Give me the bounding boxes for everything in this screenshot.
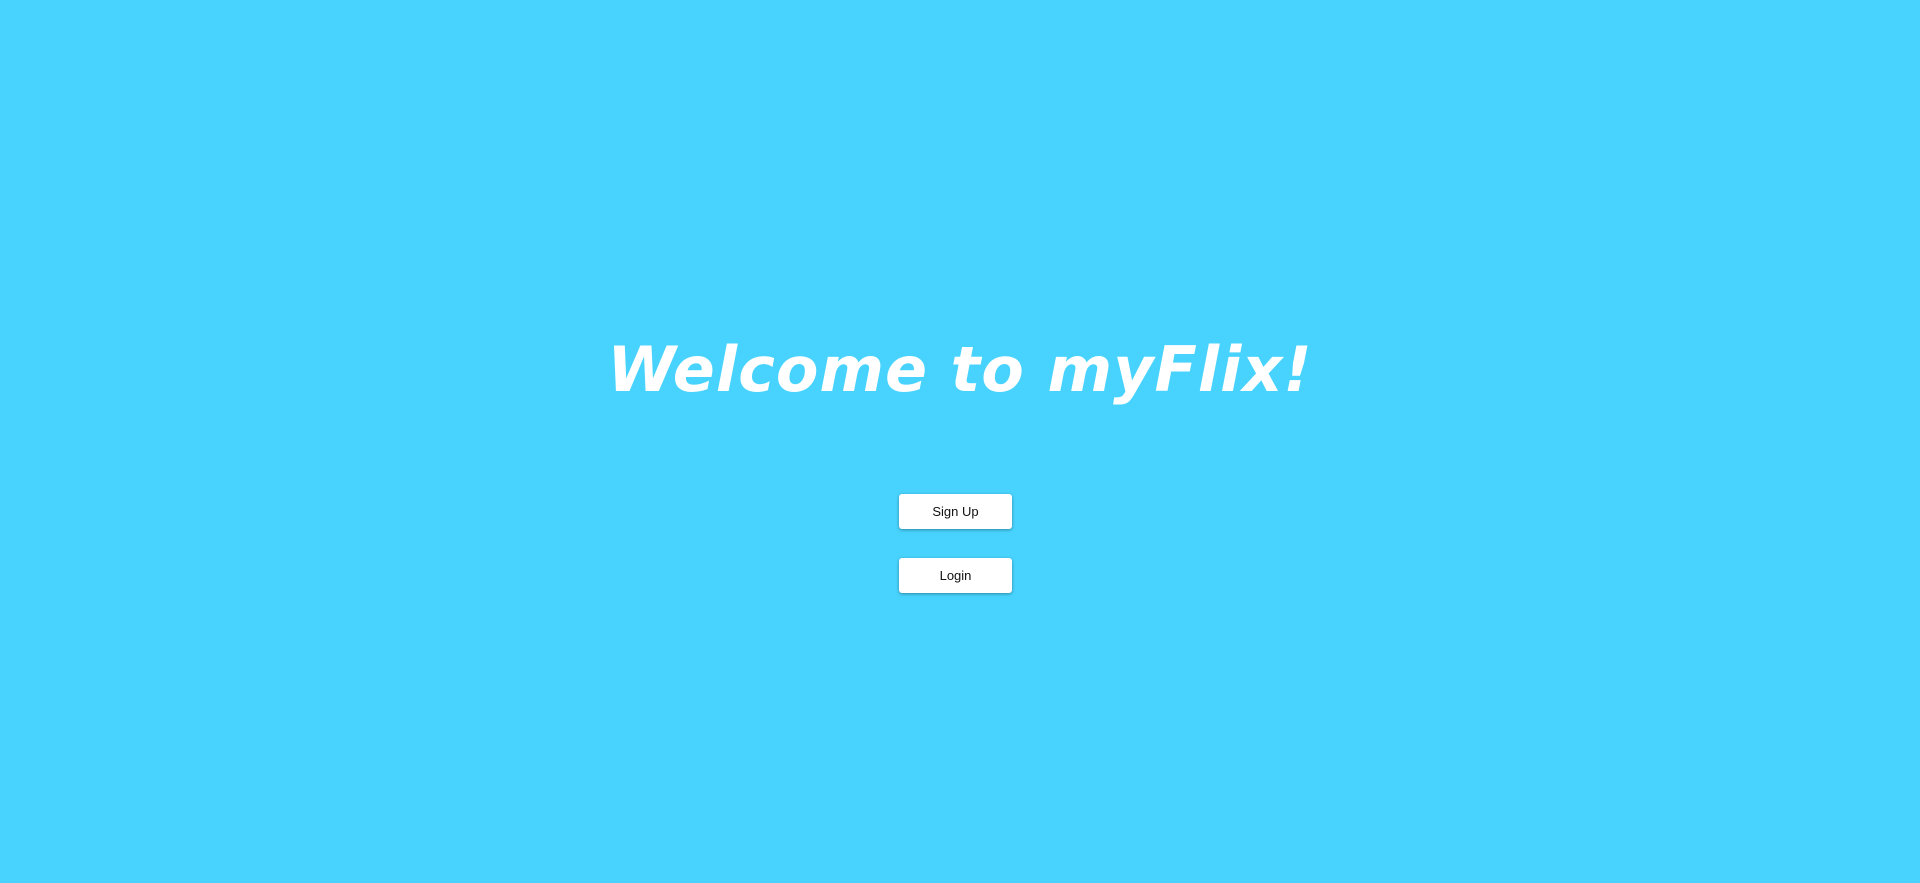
login-button[interactable]: Login <box>899 558 1012 593</box>
welcome-title: Welcome to myFlix! <box>607 333 1313 406</box>
sign-up-button[interactable]: Sign Up <box>899 494 1012 529</box>
welcome-page: Welcome to myFlix! Sign Up Login <box>0 0 1920 883</box>
